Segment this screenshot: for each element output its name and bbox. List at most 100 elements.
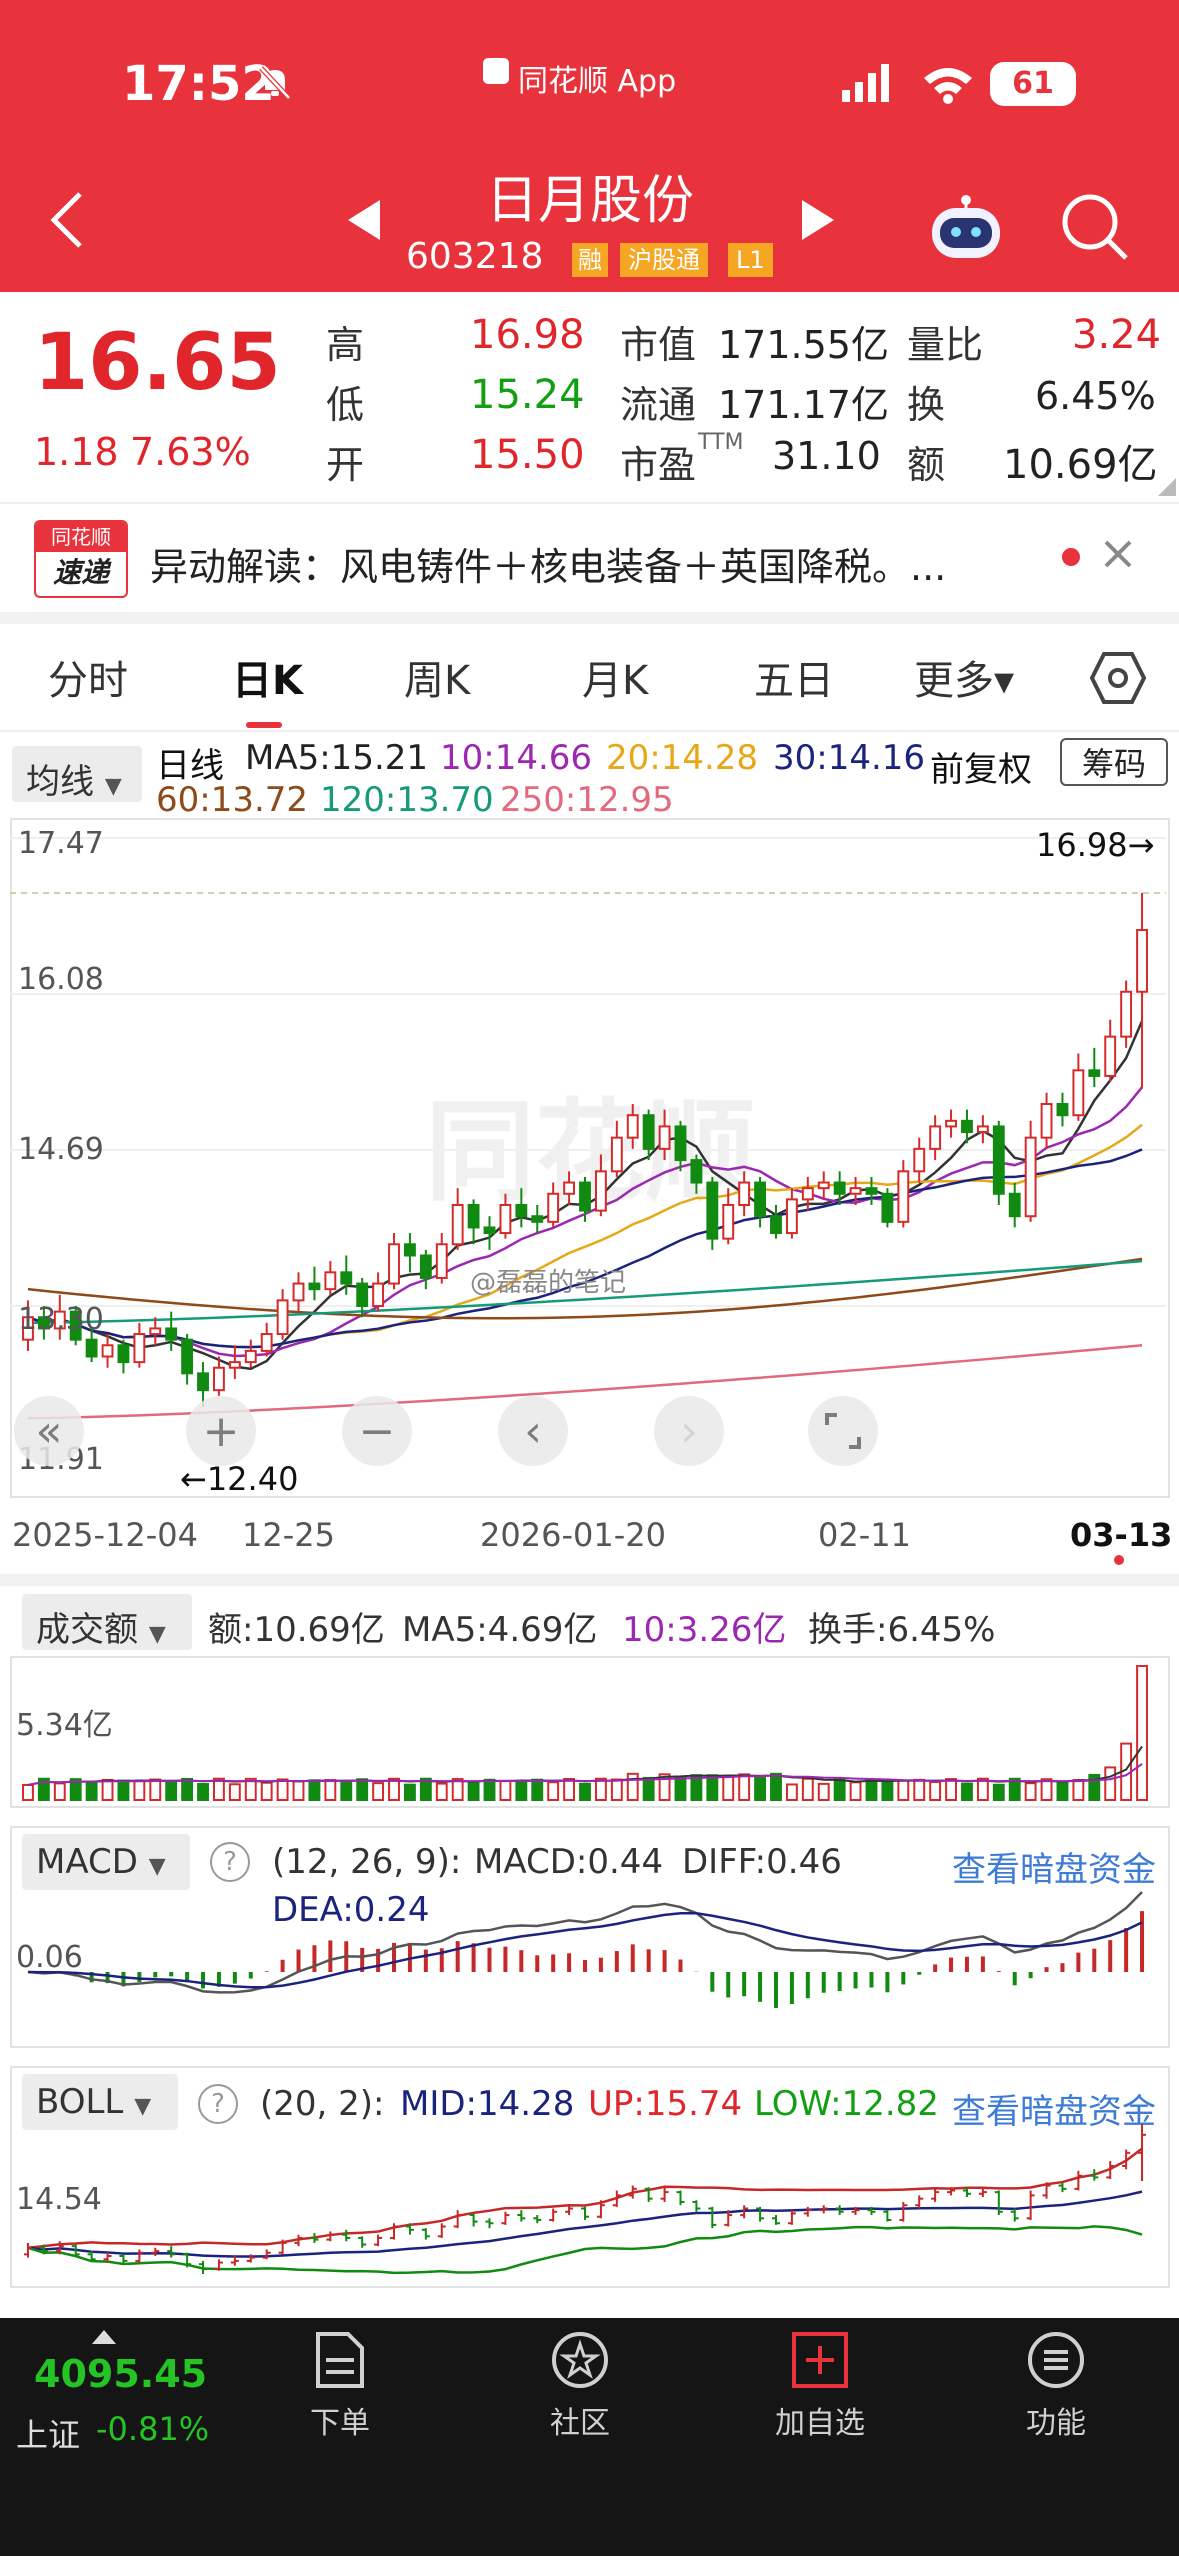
candle-body [388, 1243, 400, 1285]
candle [117, 1339, 130, 1374]
candle [324, 1261, 337, 1295]
candle-body [244, 1349, 257, 1364]
high-price-marker: 16.98→ [1036, 826, 1155, 864]
nav-order[interactable]: 下单 [260, 2330, 420, 2442]
help-icon[interactable]: ? [198, 2084, 238, 2124]
candle-body [690, 1159, 703, 1184]
candle-body [849, 1187, 862, 1195]
nav-community-label: 社区 [550, 2406, 610, 2441]
nav-add-watchlist[interactable]: 加自选 [740, 2330, 900, 2442]
candle-body [626, 1114, 639, 1139]
plus-icon: + [202, 1405, 240, 1457]
candle [1024, 1120, 1037, 1222]
boll-dropdown[interactable]: BOLL ▼ [22, 2074, 178, 2130]
candle [419, 1249, 432, 1290]
candle [181, 1334, 194, 1385]
boll-dark-pool-link[interactable]: 查看暗盘资金 [952, 2084, 1156, 2133]
macd-dropdown[interactable]: MACD ▼ [22, 1834, 190, 1890]
volume-indicator-dropdown[interactable]: 成交额 ▼ [22, 1594, 192, 1650]
candle-body [992, 1125, 1005, 1195]
candle-body [117, 1344, 130, 1364]
candle-body [228, 1361, 241, 1369]
section-gap [0, 1574, 1179, 1586]
candle-body [1136, 929, 1148, 993]
current-date-dot [1114, 1555, 1124, 1565]
candle-body [1056, 1102, 1069, 1117]
scroll-right-button[interactable]: › [654, 1396, 724, 1466]
candle-body [961, 1119, 973, 1134]
boll-up: UP:15.74 [588, 2084, 743, 2124]
candle [1008, 1182, 1021, 1228]
zoom-out-button[interactable]: − [342, 1396, 412, 1466]
candle-body [594, 1170, 607, 1212]
double-chevron-left-icon: « [35, 1405, 63, 1457]
help-icon[interactable]: ? [210, 1842, 250, 1882]
scroll-left-fast-button[interactable]: « [14, 1396, 84, 1466]
candle [897, 1160, 910, 1228]
candle [372, 1272, 385, 1312]
candle [435, 1233, 448, 1284]
candle-body [292, 1282, 305, 1302]
fullscreen-button[interactable] [808, 1396, 878, 1466]
candle-body [531, 1215, 544, 1223]
candle [754, 1176, 767, 1228]
candle [276, 1289, 289, 1340]
zoom-in-button[interactable]: + [186, 1396, 256, 1466]
volume-turnover: 换手:6.45% [808, 1610, 996, 1650]
candle-body [165, 1327, 178, 1341]
candle [945, 1109, 957, 1138]
candle [865, 1176, 878, 1205]
macd-dark-pool-link[interactable]: 查看暗盘资金 [952, 1842, 1156, 1891]
chevron-left-icon: ‹ [524, 1405, 542, 1457]
y-tick-3: 14.69 [18, 1132, 104, 1167]
order-icon [316, 2332, 364, 2388]
candle [992, 1120, 1005, 1205]
nav-community[interactable]: 社区 [500, 2330, 660, 2442]
candle [165, 1311, 178, 1351]
date-tick-2: 12-25 [242, 1516, 335, 1554]
candle-body [403, 1243, 416, 1257]
nav-add-watchlist-label: 加自选 [775, 2406, 865, 2441]
candle-body [451, 1203, 464, 1246]
chevron-down-icon: ▼ [134, 2094, 152, 2119]
candle-body [1008, 1192, 1021, 1218]
candle-body [467, 1203, 480, 1229]
candle-body [642, 1114, 655, 1150]
macd-y-tick: 0.06 [16, 1940, 83, 1975]
candle [149, 1317, 162, 1346]
candle-body [149, 1327, 162, 1336]
candle [1120, 980, 1133, 1048]
candle-body [658, 1125, 671, 1150]
volume-amount: 额:10.69亿 [208, 1610, 385, 1650]
fullscreen-icon [825, 1413, 861, 1449]
candle-body [260, 1333, 273, 1352]
candle-body [1120, 990, 1133, 1038]
candle [785, 1188, 798, 1239]
candle-body [785, 1198, 798, 1235]
boll-y-tick: 14.54 [16, 2182, 102, 2217]
candle-body [213, 1366, 225, 1392]
scroll-left-button[interactable]: ‹ [498, 1396, 568, 1466]
candle [976, 1115, 989, 1144]
candle [706, 1176, 719, 1250]
chevron-down-icon: ▼ [148, 1854, 166, 1879]
nav-order-label: 下单 [310, 2406, 370, 2441]
expand-up-icon[interactable] [92, 2330, 116, 2344]
candle-body [865, 1187, 878, 1195]
candle [467, 1199, 480, 1245]
date-tick-5: 03-13 [1070, 1516, 1173, 1554]
candle-body [1024, 1136, 1037, 1218]
candle [228, 1345, 241, 1379]
candle-body [515, 1203, 528, 1218]
index-value[interactable]: 4095.45 [34, 2352, 207, 2396]
volume-chart-frame [10, 1656, 1170, 1808]
candle-body [706, 1181, 719, 1240]
candle [244, 1339, 257, 1368]
candle-body [801, 1187, 814, 1201]
candle [483, 1216, 496, 1250]
candle-body [754, 1181, 767, 1218]
nav-functions[interactable]: 功能 [976, 2330, 1136, 2442]
boll-mid: MID:14.28 [400, 2084, 575, 2124]
candle-body [833, 1181, 846, 1195]
date-tick-4: 02-11 [818, 1516, 911, 1554]
